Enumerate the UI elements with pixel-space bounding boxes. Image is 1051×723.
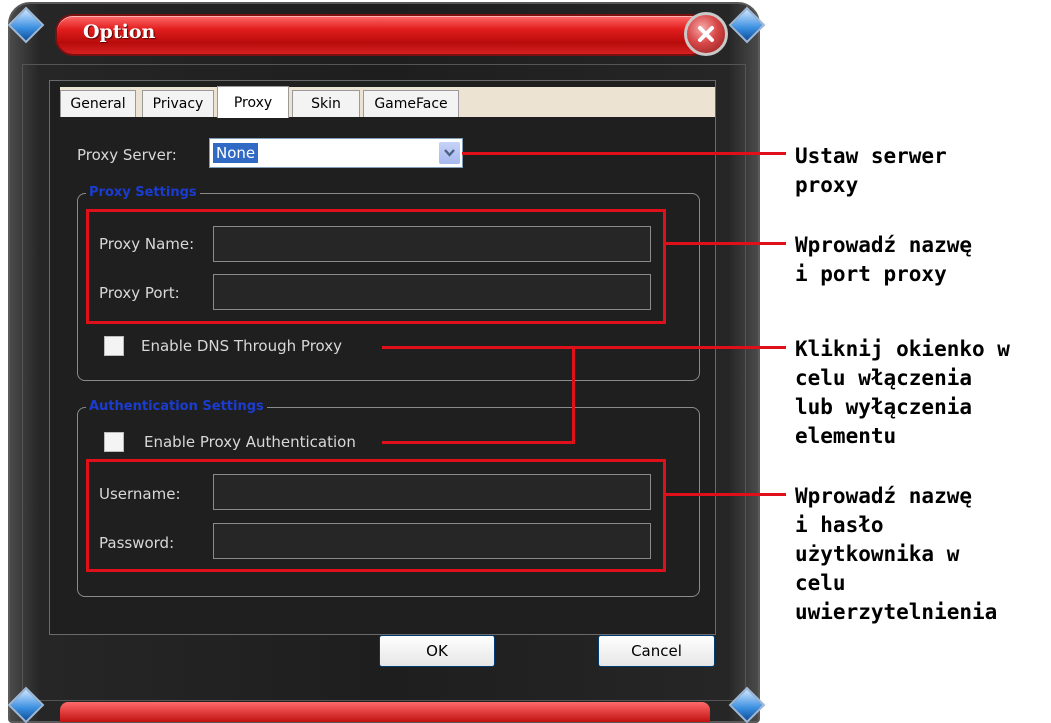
- tab-proxy[interactable]: Proxy: [217, 86, 289, 118]
- tab-general[interactable]: General: [60, 90, 136, 117]
- callout-line-dns: [382, 346, 786, 349]
- callout-checkbox: Kliknij okienko w celu włączenia lub wył…: [795, 337, 1010, 448]
- ok-button[interactable]: OK: [379, 635, 495, 667]
- enable-dns-checkbox[interactable]: [104, 336, 124, 356]
- cancel-button[interactable]: Cancel: [598, 635, 715, 667]
- callout-credentials: Wprowadź nazwę i hasło użytkownika w cel…: [795, 484, 998, 624]
- tab-gameface[interactable]: GameFace: [363, 90, 459, 117]
- callout-name-port: Wprowadź nazwę i port proxy: [795, 233, 973, 286]
- enable-auth-checkbox[interactable]: [104, 432, 124, 452]
- tab-privacy[interactable]: Privacy: [142, 90, 214, 117]
- window-title: Option: [83, 21, 156, 43]
- chevron-down-icon[interactable]: [439, 142, 460, 164]
- bottom-bar: [60, 702, 710, 722]
- proxy-server-select[interactable]: None: [209, 138, 463, 168]
- auth-settings-legend: Authentication Settings: [86, 399, 267, 414]
- highlight-name-port: [86, 209, 666, 324]
- callout-server: Ustaw serwer proxy: [795, 144, 947, 197]
- tab-skin[interactable]: Skin: [292, 90, 360, 117]
- callout-line-server: [462, 152, 786, 155]
- close-icon: [698, 26, 714, 42]
- enable-auth-label: Enable Proxy Authentication: [144, 433, 356, 451]
- close-button[interactable]: [684, 12, 728, 56]
- enable-dns-label: Enable DNS Through Proxy: [141, 337, 342, 355]
- highlight-credentials: [86, 459, 666, 572]
- callout-line-auth: [382, 441, 575, 444]
- callout-line-credentials: [666, 493, 786, 496]
- callout-line-name-port: [666, 242, 786, 245]
- proxy-server-value: None: [213, 143, 259, 163]
- proxy-settings-legend: Proxy Settings: [86, 185, 200, 200]
- callout-line-connector: [572, 346, 575, 443]
- proxy-server-label: Proxy Server:: [77, 146, 177, 164]
